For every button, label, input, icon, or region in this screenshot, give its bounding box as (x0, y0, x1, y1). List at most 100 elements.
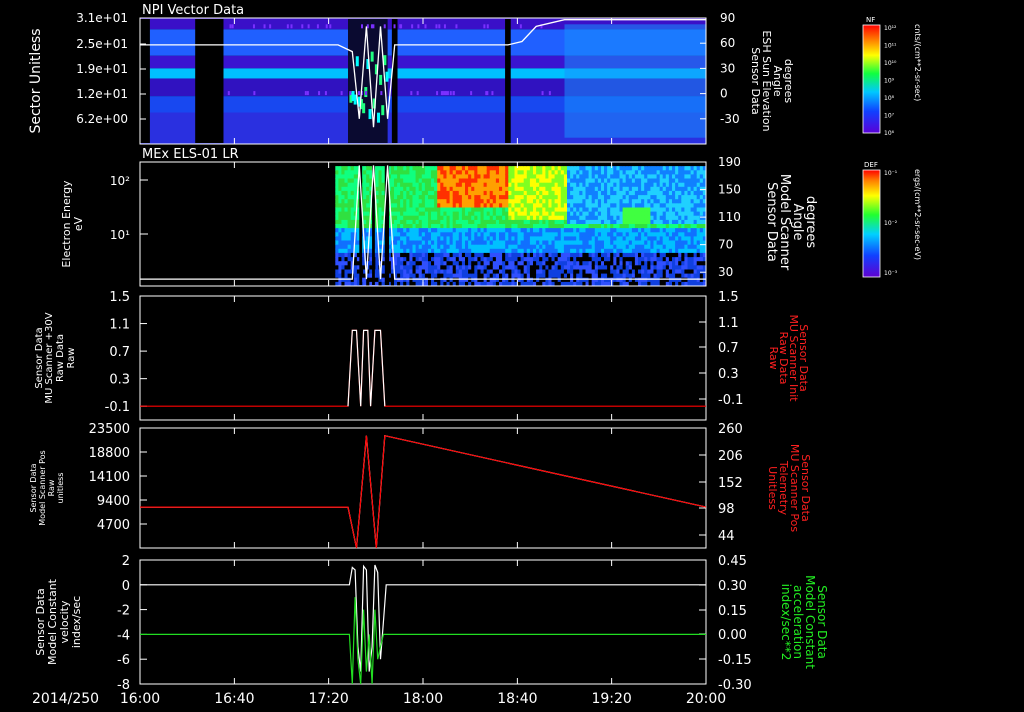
panel2-cell (672, 257, 676, 262)
panel2-cell (650, 240, 654, 246)
panel2-cell (563, 170, 568, 175)
panel2-cell (668, 186, 673, 192)
panel2-cell (499, 215, 503, 221)
panel2-cell (449, 224, 454, 229)
panel1-rtick-label-0: 90 (720, 11, 735, 25)
panel2-cell (634, 215, 639, 221)
panel2-cell (557, 174, 562, 179)
panel2-cell (418, 166, 423, 171)
panel2-cell (668, 211, 673, 217)
panel2-cell (443, 219, 447, 225)
panel2-cell (668, 224, 673, 229)
panel2-cell (678, 224, 682, 229)
panel2-cell (390, 182, 395, 188)
panel2-cell (424, 190, 429, 196)
panel2-cell (672, 215, 676, 221)
panel2-cell (607, 224, 611, 229)
panel2-cell (471, 178, 475, 184)
panel2-cell (526, 174, 531, 179)
panel2-cell (474, 257, 478, 262)
panel2-cell (551, 228, 556, 233)
panel2-cell (628, 240, 633, 246)
panel2-cell (576, 203, 580, 208)
panel2-cell (471, 232, 475, 237)
panel2-cell (668, 199, 673, 204)
panel2-cell (570, 236, 574, 241)
panel2-cell (597, 224, 602, 229)
panel2-cell (471, 257, 475, 262)
panel2-cell (421, 273, 426, 279)
panel2-cell (557, 211, 562, 217)
panel2-cell (502, 228, 506, 233)
panel2-cell (499, 277, 503, 283)
panel2-cell (511, 207, 515, 213)
panel3-rtick-label-1: 1.1 (718, 316, 739, 331)
panel2-cell (483, 269, 488, 275)
panel2-cell (446, 215, 451, 221)
panel2-cell (406, 162, 410, 167)
panel2-cell (452, 224, 457, 229)
panel2-cell (687, 190, 692, 196)
panel2-cell (529, 211, 534, 217)
panel2-cell (415, 219, 420, 225)
panel2-cell (480, 228, 485, 233)
panel2-cell (412, 261, 417, 266)
panel2-cell (696, 178, 701, 184)
panel2-cell (650, 269, 654, 275)
panel2-cell (662, 244, 667, 250)
panel2-cell (378, 170, 383, 175)
panel2-cell (344, 228, 349, 233)
panel2-cell (511, 215, 515, 221)
panel2-cell (693, 207, 698, 213)
panel2-cell (520, 207, 525, 213)
panel1-rtick-label-4: -30 (720, 112, 740, 126)
panel2-cell (335, 215, 339, 221)
panel2-cell (675, 228, 679, 233)
panel2-cell (696, 252, 701, 258)
panel2-cell (687, 277, 692, 283)
panel2-cell (619, 240, 624, 246)
panel2-cell (520, 248, 525, 254)
panel2-cell (542, 273, 546, 279)
panel2-cell (458, 195, 463, 200)
panel2-cell (421, 257, 426, 262)
panel2-cell (607, 248, 611, 254)
panel2-cell (554, 211, 559, 217)
panel2-cell (400, 269, 404, 275)
panel2-cell (668, 261, 673, 266)
panel2-cell (480, 190, 485, 196)
panel2-cell (529, 277, 534, 283)
panel2-cell (644, 215, 648, 221)
panel2-cell (341, 166, 345, 171)
panel2-cell (437, 186, 441, 192)
panel2-cell (409, 170, 413, 175)
panel2-cell (440, 261, 444, 266)
panel2-cell (446, 182, 451, 188)
panel4-rlabel-line-3: Unitless (766, 466, 779, 510)
panel2-cell (465, 228, 469, 233)
panel2-cell (582, 195, 586, 200)
panel2-cell (613, 219, 617, 225)
panel2-cell (650, 215, 654, 221)
panel2-cell (390, 162, 395, 167)
panel2-cell (576, 273, 580, 279)
panel2-cell (563, 269, 568, 275)
panel2-cell (647, 244, 651, 250)
panel2-cell (440, 228, 444, 233)
panel2-cell (412, 215, 417, 221)
panel2-cell (511, 277, 515, 283)
panel2-cell (495, 190, 500, 196)
panel2-cell (622, 224, 627, 229)
panel2-cell (662, 182, 667, 188)
panel2-cell (570, 269, 574, 275)
panel2-cell (539, 273, 543, 279)
panel2-cell (610, 265, 614, 270)
panel2-cell (684, 190, 688, 196)
panel2-cell (539, 174, 543, 179)
panel2-cell (465, 190, 469, 196)
panel2-cell (576, 277, 580, 283)
panel2-cell (520, 178, 525, 184)
panel2-cell (563, 215, 568, 221)
panel2-cell (505, 269, 509, 275)
panel2-cell (662, 190, 667, 196)
